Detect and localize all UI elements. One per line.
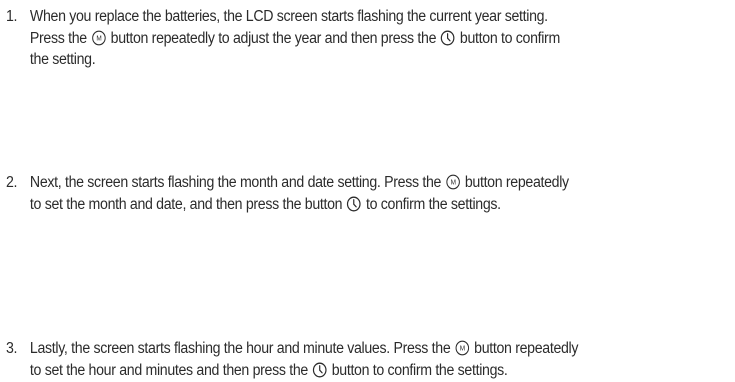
- step-text: Next, the screen starts flashing the mon…: [30, 172, 569, 215]
- text-line: to set the month and date, and then pres…: [29, 195, 501, 213]
- mode-button-icon: M: [91, 30, 106, 46]
- text-line: Next, the screen starts flashing the mon…: [29, 174, 569, 191]
- step-text: When you replace the batteries, the LCD …: [30, 6, 560, 71]
- step-number: 3.: [6, 340, 18, 357]
- text-line: When you replace the batteries, the LCD …: [29, 8, 548, 25]
- clock-button-icon: [312, 362, 327, 378]
- text-line: Press the M button repeatedly to adjust …: [29, 29, 560, 47]
- clock-button-icon: [347, 196, 362, 212]
- text-line: Lastly, the screen starts flashing the h…: [29, 340, 579, 357]
- svg-text:M: M: [96, 35, 102, 42]
- text-line: to set the hour and minutes and then pre…: [29, 361, 508, 379]
- mode-button-icon: M: [455, 340, 470, 356]
- text-line: the setting.: [29, 51, 96, 68]
- step-number: 2.: [6, 174, 18, 191]
- svg-text:M: M: [450, 179, 456, 186]
- step-number: 1.: [6, 8, 18, 25]
- svg-text:M: M: [460, 345, 466, 352]
- clock-button-icon: [441, 30, 456, 46]
- mode-button-icon: M: [446, 174, 461, 190]
- step-text: Lastly, the screen starts flashing the h…: [29, 338, 579, 381]
